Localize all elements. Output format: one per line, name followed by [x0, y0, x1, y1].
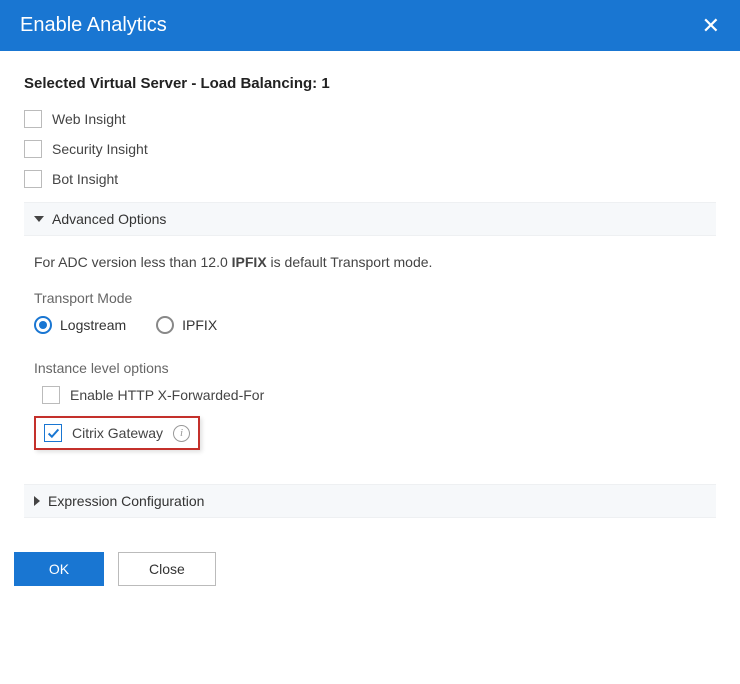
- info-icon[interactable]: i: [173, 425, 190, 442]
- chevron-right-icon: [34, 496, 40, 506]
- ipfix-radio[interactable]: IPFIX: [156, 316, 217, 334]
- advanced-options-label: Advanced Options: [52, 211, 166, 227]
- ok-button[interactable]: OK: [14, 552, 104, 586]
- instance-level-label: Instance level options: [34, 360, 706, 376]
- dialog-footer: OK Close: [0, 538, 740, 606]
- citrix-gateway-checkbox[interactable]: [44, 424, 62, 442]
- xff-checkbox[interactable]: [42, 386, 60, 404]
- radio-icon: [156, 316, 174, 334]
- security-insight-checkbox[interactable]: [24, 140, 42, 158]
- web-insight-row[interactable]: Web Insight: [24, 110, 716, 128]
- advanced-options-body: For ADC version less than 12.0 IPFIX is …: [24, 236, 716, 460]
- web-insight-label: Web Insight: [52, 111, 126, 127]
- dialog-header: Enable Analytics ✕: [0, 0, 740, 51]
- close-button[interactable]: Close: [118, 552, 216, 586]
- advanced-options-toggle[interactable]: Advanced Options: [24, 202, 716, 236]
- logstream-radio[interactable]: Logstream: [34, 316, 126, 334]
- citrix-gateway-highlight: Citrix Gateway i: [34, 416, 200, 450]
- enable-analytics-dialog: Enable Analytics ✕ Selected Virtual Serv…: [0, 0, 740, 606]
- transport-mode-label: Transport Mode: [34, 290, 706, 306]
- dialog-title: Enable Analytics: [20, 14, 167, 37]
- radio-icon: [34, 316, 52, 334]
- transport-mode-radios: Logstream IPFIX: [34, 316, 706, 334]
- bot-insight-checkbox[interactable]: [24, 170, 42, 188]
- selected-server-text: Selected Virtual Server - Load Balancing…: [24, 75, 716, 92]
- adc-info-suffix: is default Transport mode.: [267, 254, 433, 270]
- expression-config-label: Expression Configuration: [48, 493, 204, 509]
- ipfix-radio-label: IPFIX: [182, 317, 217, 333]
- expression-config-toggle[interactable]: Expression Configuration: [24, 484, 716, 518]
- close-icon[interactable]: ✕: [702, 15, 720, 37]
- web-insight-checkbox[interactable]: [24, 110, 42, 128]
- xff-row[interactable]: Enable HTTP X-Forwarded-For: [42, 386, 706, 404]
- logstream-radio-label: Logstream: [60, 317, 126, 333]
- citrix-gateway-label: Citrix Gateway: [72, 425, 163, 441]
- bot-insight-row[interactable]: Bot Insight: [24, 170, 716, 188]
- adc-info-prefix: For ADC version less than 12.0: [34, 254, 232, 270]
- chevron-down-icon: [34, 216, 44, 222]
- adc-version-info: For ADC version less than 12.0 IPFIX is …: [34, 254, 706, 270]
- security-insight-label: Security Insight: [52, 141, 148, 157]
- adc-info-bold: IPFIX: [232, 254, 267, 270]
- dialog-body: Selected Virtual Server - Load Balancing…: [0, 51, 740, 538]
- security-insight-row[interactable]: Security Insight: [24, 140, 716, 158]
- xff-label: Enable HTTP X-Forwarded-For: [70, 387, 264, 403]
- bot-insight-label: Bot Insight: [52, 171, 118, 187]
